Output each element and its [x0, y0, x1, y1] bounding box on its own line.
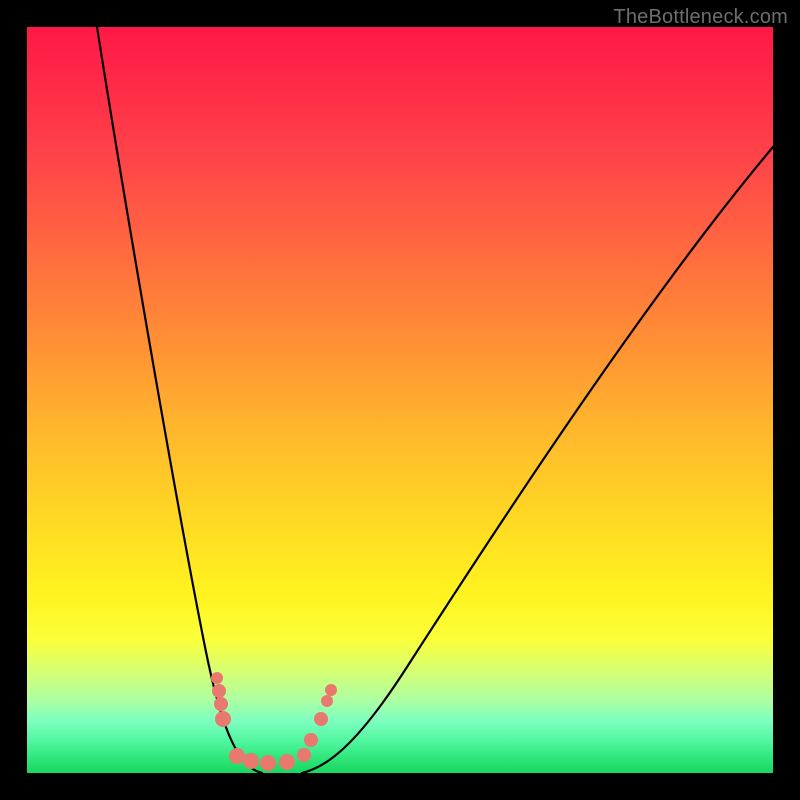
data-marker	[321, 695, 333, 707]
data-marker	[297, 748, 311, 762]
data-marker	[211, 672, 223, 684]
data-marker	[215, 711, 231, 727]
watermark-text: TheBottleneck.com	[613, 6, 788, 29]
data-marker	[260, 755, 276, 771]
data-marker	[229, 748, 245, 764]
plot-frame	[27, 27, 773, 773]
data-marker	[325, 684, 337, 696]
right-curve	[302, 147, 773, 773]
data-marker	[304, 733, 318, 747]
curve-layer	[27, 27, 773, 773]
data-marker	[212, 684, 226, 698]
data-marker	[279, 754, 295, 770]
data-marker	[243, 753, 259, 769]
marker-cluster	[211, 672, 337, 771]
data-marker	[314, 712, 328, 726]
left-curve	[97, 27, 262, 773]
data-marker	[214, 697, 228, 711]
